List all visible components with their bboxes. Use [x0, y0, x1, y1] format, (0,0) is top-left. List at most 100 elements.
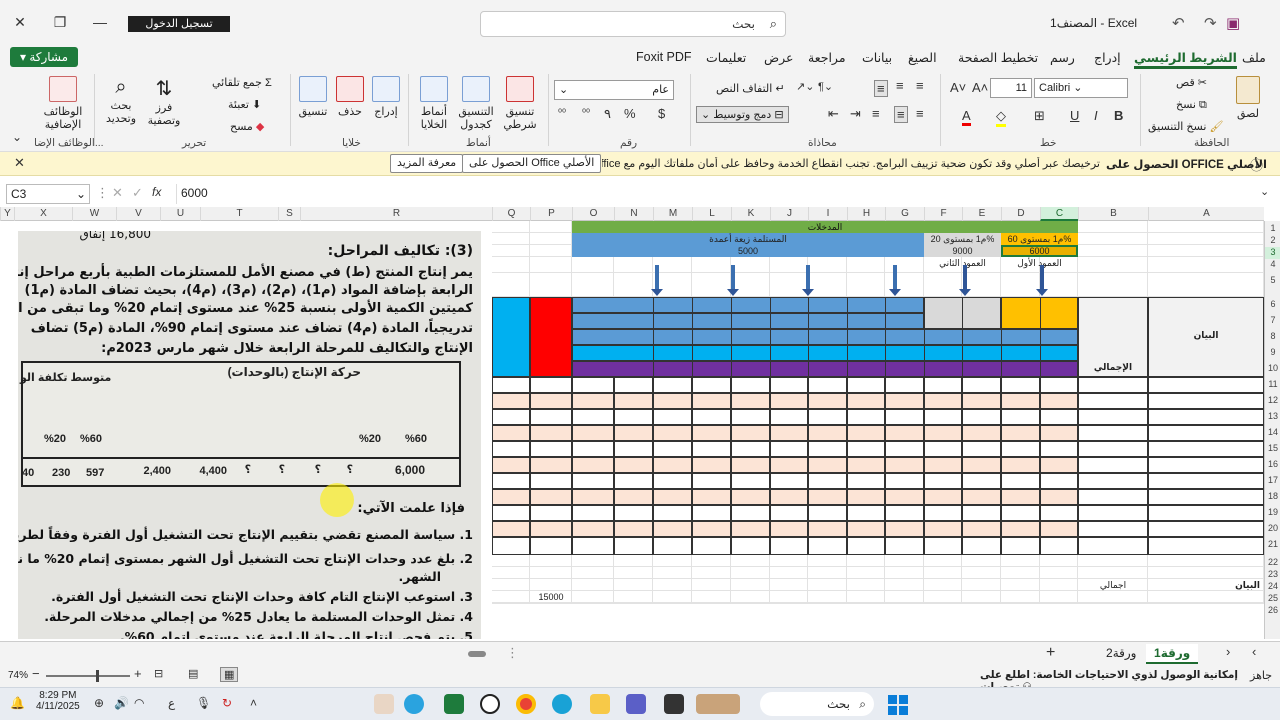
cell[interactable] — [962, 603, 1001, 604]
cell[interactable] — [1148, 257, 1264, 273]
cell[interactable] — [572, 567, 614, 579]
column-header[interactable]: A — [1148, 207, 1264, 221]
cell[interactable] — [1078, 603, 1148, 604]
sheet-tab-2[interactable]: ورقة2 — [1098, 644, 1144, 662]
table-cell[interactable] — [530, 377, 572, 393]
row-header[interactable]: 6 — [1265, 299, 1280, 315]
underline-icon[interactable]: U — [1070, 108, 1079, 123]
table-cell[interactable] — [731, 425, 770, 441]
table-cell[interactable] — [572, 457, 614, 473]
column-header[interactable]: M — [653, 207, 692, 221]
table-cell[interactable] — [770, 457, 808, 473]
table-cell[interactable] — [1148, 441, 1264, 457]
tab-insert[interactable]: إدراج — [1094, 50, 1121, 65]
table-cell[interactable] — [731, 409, 770, 425]
cell[interactable] — [1078, 245, 1148, 257]
cell[interactable] — [530, 555, 572, 567]
table-cell[interactable] — [1040, 457, 1078, 473]
borders-icon[interactable]: ⊞ — [1034, 108, 1045, 124]
table-cell[interactable] — [1040, 521, 1078, 537]
merge-center-button[interactable]: ⌄ دمج وتوسيط ⊟ — [696, 106, 789, 123]
get-office-button[interactable]: الحصول على Office الأصلي — [462, 154, 602, 173]
expand-formula-icon[interactable]: ⌄ — [1260, 185, 1269, 198]
cell[interactable] — [1040, 591, 1078, 603]
cell[interactable] — [770, 555, 808, 567]
insert-cells-button[interactable]: إدراج — [370, 76, 402, 118]
table-cell[interactable] — [1040, 377, 1078, 393]
cell[interactable] — [653, 579, 692, 591]
cell[interactable] — [847, 273, 885, 297]
page-break-view-icon[interactable]: ⊟ — [154, 667, 163, 680]
table-cell[interactable] — [1040, 489, 1078, 505]
cell[interactable] — [731, 603, 770, 604]
table-cell[interactable] — [692, 409, 731, 425]
grow-font-icon[interactable]: A˄ — [972, 80, 988, 95]
table-cell[interactable] — [692, 521, 731, 537]
table-cell[interactable] — [653, 521, 692, 537]
table-cell[interactable] — [1148, 489, 1264, 505]
table-cell[interactable] — [962, 441, 1001, 457]
cell[interactable] — [1148, 567, 1264, 579]
format-cells-button[interactable]: تنسيق — [296, 76, 330, 118]
table-cell[interactable] — [530, 441, 572, 457]
cell[interactable] — [530, 245, 572, 257]
table-cell[interactable] — [808, 393, 847, 409]
sheet-tab-1[interactable]: ورقة1 — [1146, 644, 1199, 664]
network-icon[interactable]: ⊕ — [94, 696, 104, 710]
table-cell[interactable] — [492, 425, 530, 441]
cell[interactable] — [530, 603, 572, 604]
table-cell[interactable] — [731, 377, 770, 393]
file-explorer-icon[interactable] — [590, 694, 610, 714]
cell[interactable] — [1001, 567, 1040, 579]
cell[interactable] — [492, 257, 530, 273]
addins-button[interactable]: الوظائف الإضافية — [40, 76, 86, 131]
cell[interactable] — [692, 567, 731, 579]
autosum-button[interactable]: جمع تلقائي Σ — [212, 76, 272, 89]
column-header[interactable]: B — [1078, 207, 1148, 221]
table-cell[interactable] — [1001, 521, 1040, 537]
cyan-row[interactable] — [572, 345, 1078, 361]
table-cell[interactable] — [1148, 393, 1264, 409]
table-cell[interactable] — [572, 425, 614, 441]
table-cell[interactable] — [692, 393, 731, 409]
column-header[interactable]: N — [614, 207, 653, 221]
table-cell[interactable] — [572, 537, 614, 555]
table-cell[interactable] — [530, 425, 572, 441]
fill-button[interactable]: تعبئة ⬇ — [228, 98, 261, 111]
table-cell[interactable] — [847, 505, 885, 521]
cell[interactable] — [572, 591, 614, 603]
table-cell[interactable] — [692, 377, 731, 393]
cell[interactable] — [692, 591, 731, 603]
row-header[interactable]: 24 — [1265, 581, 1280, 593]
table-cell[interactable] — [847, 425, 885, 441]
table-cell[interactable] — [808, 489, 847, 505]
table-cell[interactable] — [1001, 393, 1040, 409]
scanned-exam-image[interactable]: 16,800 إنفاق (3): تكاليف المراحل: يمر إن… — [18, 231, 481, 639]
scrollbar-thumb[interactable] — [468, 651, 486, 657]
table-cell[interactable] — [692, 473, 731, 489]
column-header[interactable]: X — [14, 207, 72, 221]
row-header[interactable]: 19 — [1265, 507, 1280, 523]
cell[interactable] — [847, 579, 885, 591]
row-header[interactable]: 12 — [1265, 395, 1280, 411]
cell[interactable] — [962, 555, 1001, 567]
pinned-app-icon[interactable] — [696, 694, 740, 714]
table-cell[interactable] — [885, 377, 924, 393]
signin-button[interactable]: تسجيل الدخول — [128, 16, 230, 32]
table-cell[interactable] — [572, 377, 614, 393]
cell[interactable] — [1001, 603, 1040, 604]
cell[interactable] — [1040, 579, 1078, 591]
table-cell[interactable] — [770, 441, 808, 457]
comma-icon[interactable]: ٩ — [604, 106, 611, 122]
cell[interactable] — [1148, 245, 1264, 257]
table-cell[interactable] — [1040, 393, 1078, 409]
cell[interactable] — [1040, 567, 1078, 579]
table-cell[interactable] — [731, 537, 770, 555]
tab-foxit-pdf[interactable]: Foxit PDF — [636, 50, 692, 64]
zoom-slider[interactable] — [46, 670, 130, 682]
cell[interactable] — [847, 603, 885, 604]
blue-row[interactable] — [572, 313, 924, 329]
table-cell[interactable] — [924, 521, 962, 537]
cell[interactable] — [572, 579, 614, 591]
tray-expand-icon[interactable]: ˄ — [250, 696, 257, 710]
